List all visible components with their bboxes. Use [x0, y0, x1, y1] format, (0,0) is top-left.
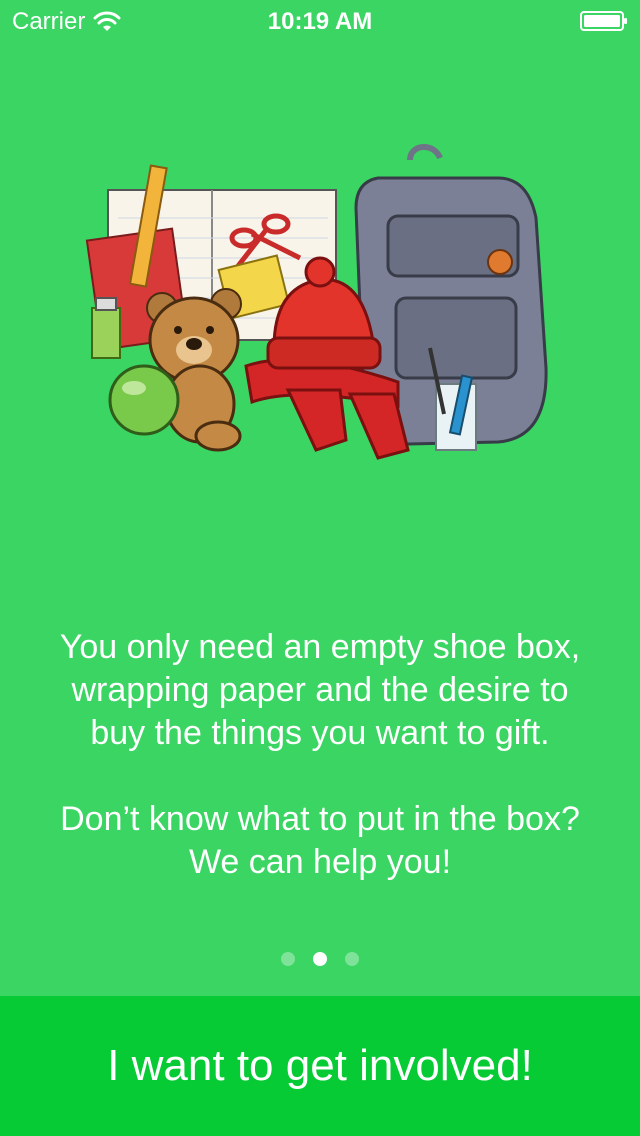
page-dot-2[interactable] [313, 952, 327, 966]
get-involved-button[interactable]: I want to get involved! [0, 996, 640, 1136]
gift-items-illustration [85, 144, 548, 460]
page-dot-1[interactable] [281, 952, 295, 966]
page-dot-3[interactable] [345, 952, 359, 966]
get-involved-label: I want to get involved! [107, 1041, 533, 1090]
status-time: 10:19 AM [267, 8, 373, 35]
onboarding-paragraph-2: Don’t know what to put in the box? We ca… [60, 800, 580, 881]
onboarding-message: You only need an empty shoe box, wrappin… [40, 626, 600, 884]
page-indicator[interactable] [0, 952, 640, 966]
onboarding-paragraph-1: You only need an empty shoe box, wrappin… [59, 628, 581, 752]
battery-icon [580, 11, 627, 31]
status-bar: Carrier 10:19 AM [0, 0, 640, 40]
